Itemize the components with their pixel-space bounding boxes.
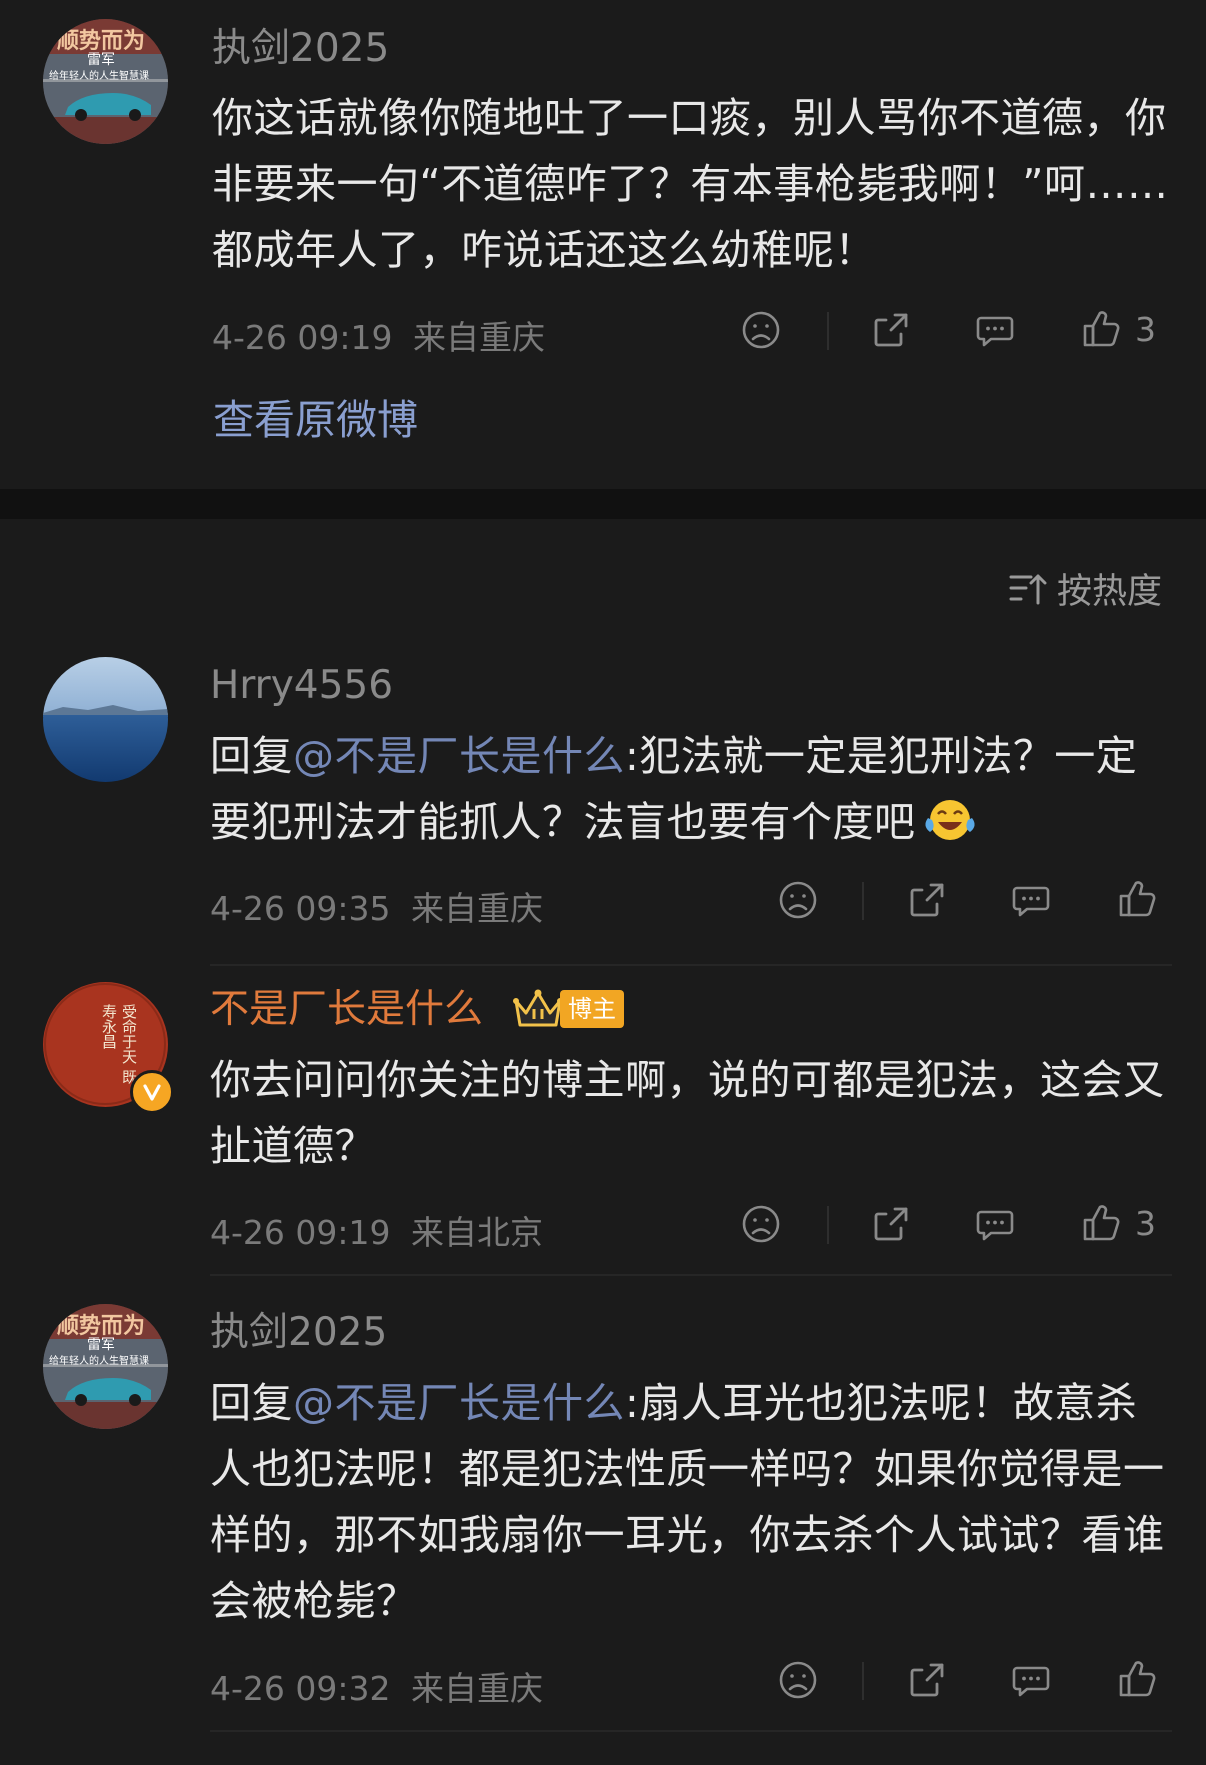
location: 来自北京 bbox=[411, 1213, 543, 1252]
sort-icon bbox=[1009, 574, 1047, 604]
comment-icon bbox=[1011, 880, 1051, 920]
username[interactable]: Hrry4556 bbox=[210, 662, 393, 710]
mention-link[interactable]: @不是厂长是什么 bbox=[293, 732, 625, 780]
avatar-seal-text: 受命于天 既寿永昌 bbox=[100, 1004, 138, 1084]
username[interactable]: 执剑2025 bbox=[210, 1309, 387, 1357]
share-icon bbox=[871, 310, 911, 350]
share-button[interactable] bbox=[907, 880, 947, 920]
comment-button[interactable] bbox=[975, 310, 1015, 350]
comment-text: 回复@不是厂长是什么:扇人耳光也犯法呢！故意杀人也犯法呢！都是犯法性质一样吗？如… bbox=[210, 1370, 1176, 1634]
mention-link[interactable]: @不是厂长是什么 bbox=[293, 1379, 625, 1427]
avatar[interactable]: 顺势而为 雷军 给年轻人的人生智慧课 bbox=[43, 19, 168, 144]
sort-control[interactable]: 按热度 bbox=[1009, 563, 1162, 614]
comment-meta: 4-26 09:35 来自重庆 bbox=[210, 882, 543, 930]
username[interactable]: 不是厂长是什么 bbox=[210, 986, 483, 1034]
divider bbox=[210, 1274, 1172, 1276]
location: 来自重庆 bbox=[411, 1669, 543, 1708]
avatar[interactable] bbox=[43, 657, 168, 782]
sad-face-icon bbox=[741, 1204, 781, 1244]
reply-prefix: 回复 bbox=[210, 1379, 293, 1427]
divider bbox=[827, 1206, 829, 1244]
avatar-name-text: 雷军 bbox=[87, 1337, 115, 1353]
avatar-subtitle-text: 给年轻人的人生智慧课 bbox=[49, 71, 149, 82]
like-button[interactable]: 3 bbox=[1081, 1203, 1156, 1243]
share-button[interactable] bbox=[871, 310, 911, 350]
comment-text: 你这话就像你随地吐了一口痰，别人骂你不道德，你非要来一句“不道德咋了？有本事枪毙… bbox=[212, 94, 1169, 274]
timestamp: 4-26 09:32 bbox=[210, 1669, 391, 1708]
comment-icon bbox=[975, 1204, 1015, 1244]
share-button[interactable] bbox=[871, 1204, 911, 1244]
share-icon bbox=[871, 1204, 911, 1244]
comment-meta: 4-26 09:19 来自重庆 bbox=[212, 311, 545, 359]
comment-meta: 4-26 09:32 来自重庆 bbox=[210, 1662, 543, 1710]
vip-badge[interactable]: 博主 bbox=[512, 987, 624, 1031]
share-button[interactable] bbox=[907, 1660, 947, 1700]
timestamp: 4-26 09:19 bbox=[212, 318, 393, 357]
like-count: 3 bbox=[1135, 1203, 1156, 1243]
sad-face-icon bbox=[778, 1660, 818, 1700]
divider bbox=[210, 964, 1172, 966]
share-icon bbox=[907, 1660, 947, 1700]
dislike-button[interactable] bbox=[741, 310, 781, 350]
dislike-button[interactable] bbox=[778, 880, 818, 920]
avatar-subtitle-text: 给年轻人的人生智慧课 bbox=[49, 1356, 149, 1367]
share-icon bbox=[907, 880, 947, 920]
timestamp: 4-26 09:35 bbox=[210, 889, 391, 928]
like-button[interactable] bbox=[1117, 1659, 1157, 1699]
section-gap bbox=[0, 489, 1206, 519]
sad-face-icon bbox=[778, 880, 818, 920]
location: 来自重庆 bbox=[411, 889, 543, 928]
avatar-name-text: 雷军 bbox=[87, 52, 115, 68]
like-button[interactable] bbox=[1117, 879, 1157, 919]
dislike-button[interactable] bbox=[741, 1204, 781, 1244]
comment-meta: 4-26 09:19 来自北京 bbox=[210, 1206, 543, 1254]
thumbs-up-icon bbox=[1117, 879, 1157, 919]
comment-button[interactable] bbox=[1011, 880, 1051, 920]
reply-prefix: 回复 bbox=[210, 732, 293, 780]
verified-v-icon bbox=[130, 1070, 174, 1114]
thumbs-up-icon bbox=[1081, 1203, 1121, 1243]
avatar[interactable]: 顺势而为 雷军 给年轻人的人生智慧课 bbox=[43, 1304, 168, 1429]
timestamp: 4-26 09:19 bbox=[210, 1213, 391, 1252]
like-count: 3 bbox=[1135, 309, 1156, 349]
blogger-badge: 博主 bbox=[560, 990, 624, 1028]
location: 来自重庆 bbox=[413, 318, 545, 357]
comment-text: 你去问问你关注的博主啊，说的可都是犯法，这会又扯道德？ bbox=[210, 1056, 1165, 1170]
view-original-link[interactable]: 查看原微博 bbox=[213, 386, 418, 446]
sad-face-icon bbox=[741, 310, 781, 350]
dislike-button[interactable] bbox=[778, 1660, 818, 1700]
sort-label: 按热度 bbox=[1056, 572, 1162, 612]
comment-text: 回复@不是厂长是什么:犯法就一定是犯刑法？一定要犯刑法才能抓人？法盲也要有个度吧 bbox=[210, 723, 1176, 855]
divider bbox=[210, 1730, 1172, 1732]
thumbs-up-icon bbox=[1117, 1659, 1157, 1699]
comment-button[interactable] bbox=[975, 1204, 1015, 1244]
like-button[interactable]: 3 bbox=[1081, 309, 1156, 349]
username[interactable]: 执剑2025 bbox=[212, 25, 389, 73]
laughing-tears-emoji bbox=[924, 800, 975, 840]
thumbs-up-icon bbox=[1081, 309, 1121, 349]
divider bbox=[862, 882, 864, 920]
divider bbox=[827, 312, 829, 350]
divider bbox=[862, 1662, 864, 1700]
comment-icon bbox=[1011, 1660, 1051, 1700]
crown-icon bbox=[513, 989, 563, 1027]
comment-button[interactable] bbox=[1011, 1660, 1051, 1700]
comment-icon bbox=[975, 310, 1015, 350]
